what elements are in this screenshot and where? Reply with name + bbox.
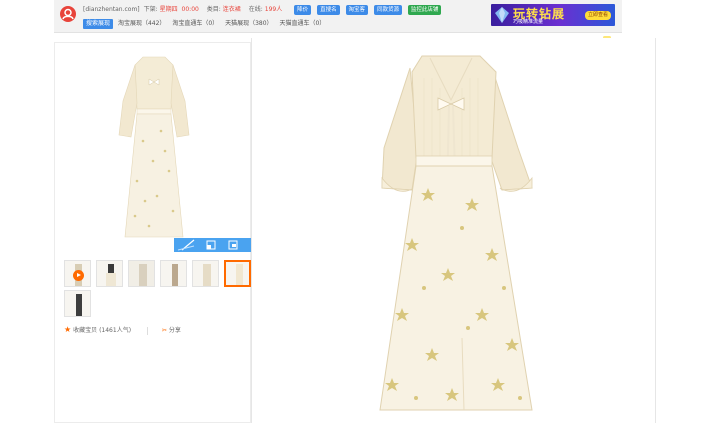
category-label: 类目: (206, 6, 221, 13)
exposure-tabs: 搜索展现 淘宝展现（442） 淘宝直通车（0） 天猫展现（380） 天猫直通车（… (83, 19, 330, 29)
ad-cta-button[interactable]: 立即查看 (584, 11, 611, 20)
category-value: 连衣裙 (222, 6, 241, 13)
taobaoke-button[interactable]: 淘宝客 (345, 5, 369, 15)
dress-preview-image (379, 55, 533, 411)
dianzhentan-logo-icon[interactable] (60, 6, 76, 22)
thumbnail-image[interactable] (192, 260, 219, 287)
shop-info-row: [dianzhentan.com] 下架: 星期四 00:00 类目: 连衣裙 在线… (83, 5, 443, 15)
online-value: 199人 (264, 6, 283, 13)
ad-banner[interactable]: 玩转钻展 巧吸精准流量 立即查看 (491, 4, 615, 26)
thumbnail-image[interactable] (160, 260, 187, 287)
tab-tmall-ztc[interactable]: 天猫直通车（0） (279, 20, 325, 27)
main-product-image[interactable] (113, 51, 195, 245)
resize-icon[interactable] (206, 240, 216, 250)
same-source-button[interactable]: 同款货源 (373, 5, 402, 15)
tab-search-exposure[interactable]: 搜索展现 (83, 19, 114, 29)
tab-taobao-ztc[interactable]: 淘宝直通车（0） (172, 20, 218, 27)
favorite-share-row: ★ 收藏宝贝 (1461人气) ✂ 分享 (64, 325, 181, 335)
product-gallery: ★ 收藏宝贝 (1461人气) ✂ 分享 (54, 42, 251, 423)
share-link[interactable]: 分享 (169, 327, 181, 334)
favorite-link[interactable]: 收藏宝贝 (1461人气) (73, 327, 131, 334)
window-icon[interactable] (228, 240, 238, 250)
thumbnail-video[interactable] (64, 260, 91, 287)
search-name-button[interactable]: 直搜名 (317, 5, 340, 15)
share-icon[interactable]: ✂ (162, 327, 167, 334)
large-product-preview[interactable] (251, 38, 656, 423)
tab-taobao-exposure[interactable]: 淘宝展现（442） (118, 20, 165, 27)
online-label: 在线: (248, 6, 263, 13)
shelf-time: 00:00 (181, 6, 199, 13)
shelf-label: 下架: (143, 6, 158, 13)
shelf-day: 星期四 (159, 6, 178, 13)
star-icon[interactable]: ★ (64, 325, 71, 334)
monitor-shop-button[interactable]: 监控此店铺 (407, 5, 442, 15)
thumbnail-image-selected[interactable] (224, 260, 251, 287)
diamond-icon (495, 7, 509, 23)
zoom-icon[interactable] (174, 238, 200, 252)
tab-tmall-exposure[interactable]: 天猫展现（380） (225, 20, 272, 27)
ad-subtitle: 巧吸精准流量 (513, 19, 544, 25)
thumbnail-image[interactable] (96, 260, 123, 287)
thumbnail-image[interactable] (128, 260, 155, 287)
divider (146, 326, 148, 335)
play-video-icon[interactable] (73, 270, 84, 281)
thumbnail-image[interactable] (64, 290, 91, 317)
price-drop-button[interactable]: 降价 (294, 5, 312, 15)
site-link[interactable]: [dianzhentan.com] (83, 6, 140, 13)
